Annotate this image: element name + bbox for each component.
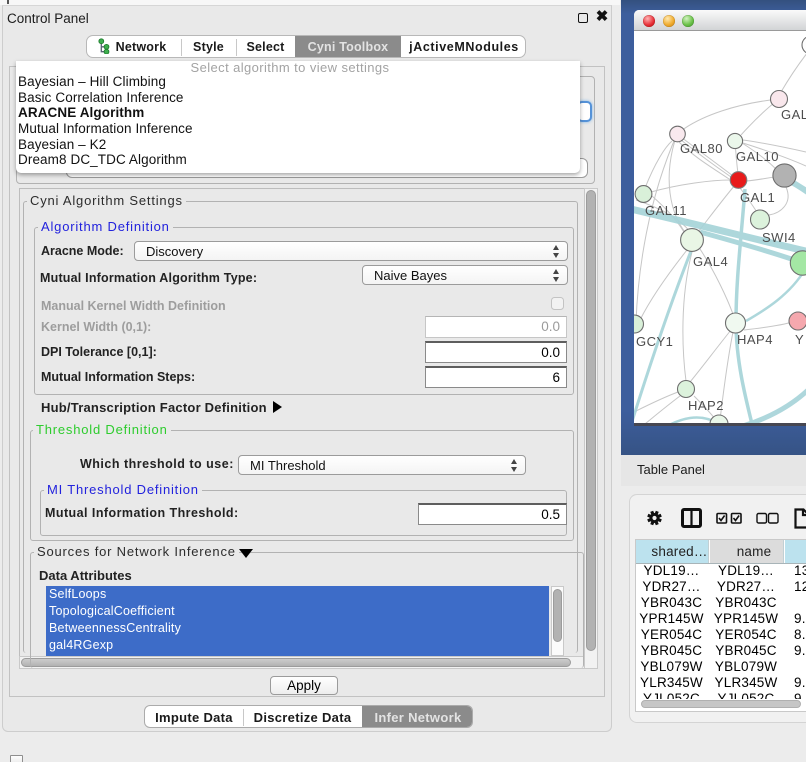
- svg-text:SWI4: SWI4: [762, 230, 796, 245]
- svg-text:GAL4: GAL4: [693, 254, 728, 269]
- svg-text:Y: Y: [795, 332, 804, 347]
- svg-text:GAL…: GAL…: [781, 107, 806, 122]
- svg-text:GAL1: GAL1: [740, 190, 775, 205]
- svg-text:GCY1: GCY1: [636, 334, 673, 349]
- svg-text:HAP2: HAP2: [688, 398, 724, 413]
- svg-text:GAL80: GAL80: [680, 141, 723, 156]
- svg-text:GAL10: GAL10: [736, 149, 779, 164]
- svg-text:GAL11: GAL11: [645, 203, 687, 218]
- svg-text:HAP4: HAP4: [737, 332, 773, 347]
